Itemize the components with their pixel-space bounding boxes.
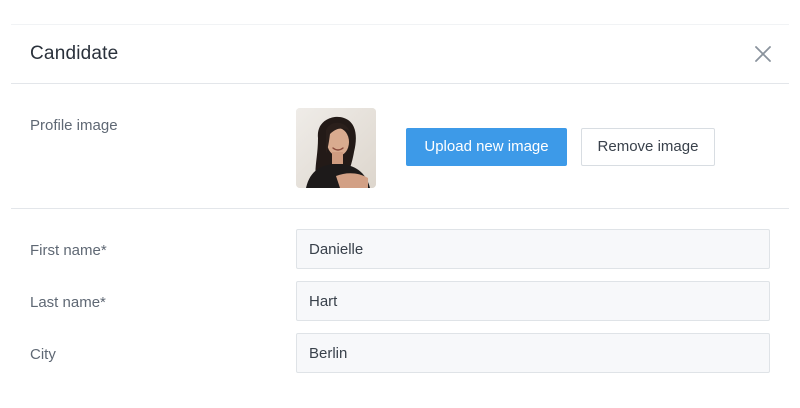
- city-label: City: [30, 346, 56, 363]
- last-name-field[interactable]: [296, 281, 770, 321]
- candidate-photo: [296, 108, 376, 188]
- close-icon: [755, 46, 771, 62]
- remove-image-button[interactable]: Remove image: [581, 128, 715, 166]
- upload-image-button[interactable]: Upload new image: [406, 128, 567, 166]
- profile-image-label: Profile image: [30, 117, 118, 134]
- city-field[interactable]: [296, 333, 770, 373]
- avatar: [296, 108, 376, 188]
- candidate-dialog: Candidate Profile image Upload new image…: [0, 0, 800, 408]
- dialog-title: Candidate: [30, 43, 119, 64]
- first-name-label: First name*: [30, 242, 107, 259]
- first-name-field[interactable]: [296, 229, 770, 269]
- close-button[interactable]: [750, 41, 776, 67]
- dialog-header: Candidate: [11, 25, 789, 84]
- last-name-label: Last name*: [30, 294, 106, 311]
